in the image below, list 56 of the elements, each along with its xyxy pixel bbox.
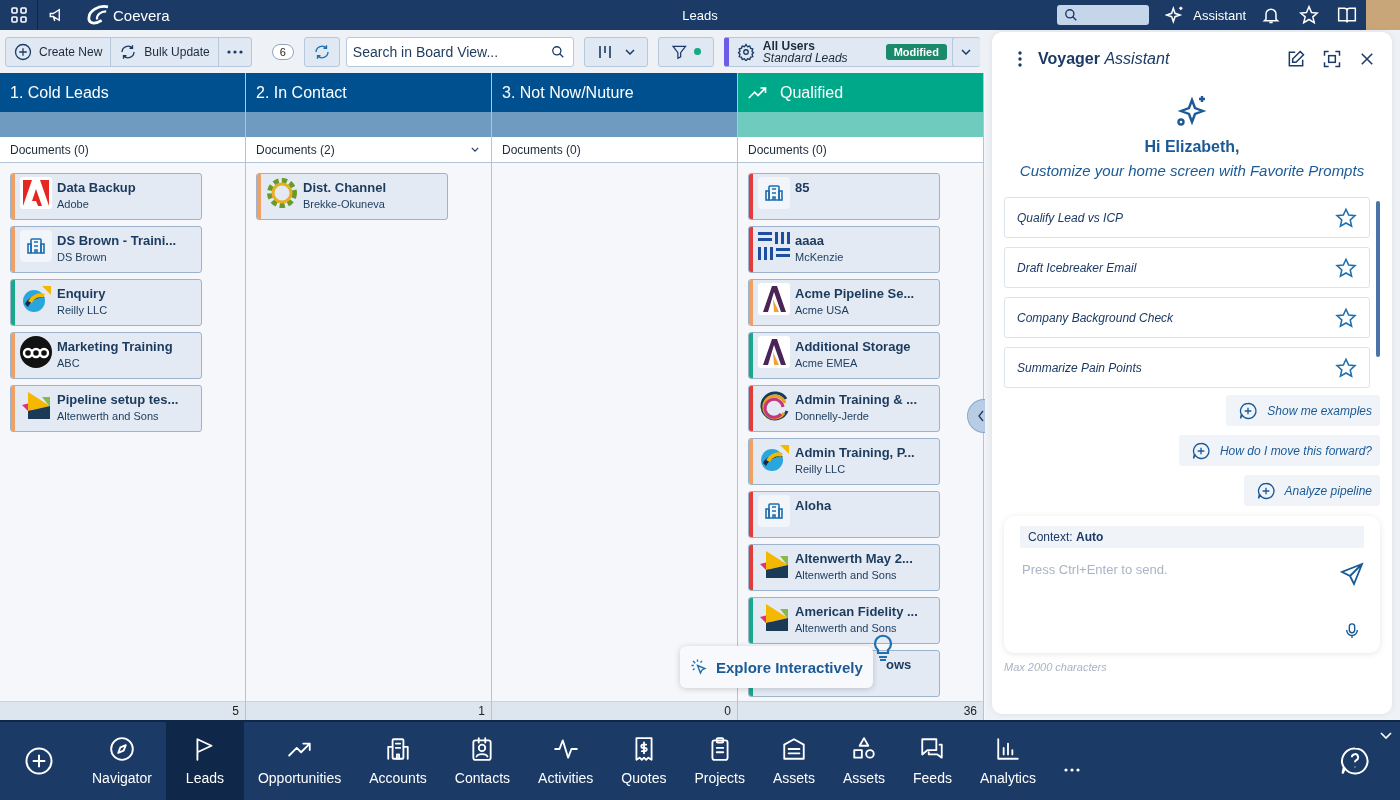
- prompt-label: Draft Icebreaker Email: [1017, 260, 1137, 275]
- column-header: 2. In Contact: [246, 73, 491, 112]
- card-title: Marketing Training: [57, 339, 173, 354]
- documents-label: Documents (2): [256, 142, 335, 157]
- card-title: DS Brown - Traini...: [57, 233, 177, 248]
- column-header: Qualified: [738, 73, 983, 112]
- card-title: American Fidelity ...: [795, 604, 918, 619]
- card-title: Acme Pipeline Se...: [795, 286, 915, 301]
- card-title: Enquiry: [57, 286, 107, 301]
- documents-label: Documents (0): [10, 142, 89, 157]
- card-subtitle: ABC: [57, 357, 81, 369]
- card-subtitle: Reilly LLC: [57, 304, 108, 316]
- assistant-title: Voyager Assistant: [1038, 50, 1171, 68]
- card-title: Pipeline setup tes...: [57, 392, 179, 407]
- prompt-label: Qualify Lead vs ICP: [1017, 210, 1124, 225]
- card-title: Aloha: [795, 498, 832, 513]
- card-subtitle: Altenwerth and Sons: [795, 569, 898, 581]
- column-count: 5: [232, 704, 239, 718]
- record-count: 6: [271, 43, 294, 60]
- card-title: Admin Training & ...: [795, 392, 918, 407]
- card-subtitle: McKenzie: [795, 251, 844, 263]
- card-title: Additional Storage: [795, 339, 911, 354]
- column-count: 0: [724, 704, 731, 718]
- card-title: Altenwerth May 2...: [795, 551, 913, 566]
- card-subtitle: Acme USA: [795, 304, 850, 316]
- card-title: Dist. Channel: [303, 180, 387, 195]
- modified-badge: Modified: [885, 43, 947, 60]
- character-limit: Max 2000 characters: [1004, 661, 1107, 673]
- page-title: Leads: [682, 7, 718, 23]
- card-subtitle: Altenwerth and Sons: [795, 622, 898, 634]
- context-label: Context: Auto: [1020, 526, 1364, 548]
- card-subtitle: Reilly LLC: [795, 463, 847, 475]
- column-header: 3. Not Now/Nuture: [492, 73, 737, 112]
- brand-name: Coevera: [113, 6, 170, 24]
- view-subtitle: Standard Leads: [762, 51, 849, 64]
- assistant-subtitle: Customize your home screen with Favorite Prompts: [1019, 162, 1365, 179]
- card-subtitle: DS Brown: [57, 251, 108, 263]
- card-subtitle: Adobe: [57, 198, 90, 210]
- card-title: aaaa: [795, 233, 825, 248]
- card-title: Admin Training, P...: [795, 445, 915, 460]
- card-title: ows: [886, 657, 912, 672]
- card-title: 85: [795, 180, 810, 195]
- documents-label: Documents (0): [502, 142, 581, 157]
- greeting: Hi Elizabeth,: [1144, 138, 1240, 156]
- card-subtitle: Brekke-Okuneva: [303, 198, 386, 210]
- column-count: 1: [478, 704, 485, 718]
- prompt-label: Company Background Check: [1017, 310, 1174, 325]
- column-header: 1. Cold Leads: [0, 73, 245, 112]
- documents-label: Documents (0): [748, 142, 827, 157]
- card-subtitle: Altenwerth and Sons: [57, 410, 160, 422]
- column-count: 36: [963, 704, 977, 718]
- card-subtitle: Donnelly-Jerde: [795, 410, 870, 422]
- prompt-label: Summarize Pain Points: [1017, 360, 1142, 375]
- view-name: All Users: [762, 39, 816, 52]
- card-title: Data Backup: [57, 180, 136, 195]
- card-subtitle: Acme EMEA: [795, 357, 859, 369]
